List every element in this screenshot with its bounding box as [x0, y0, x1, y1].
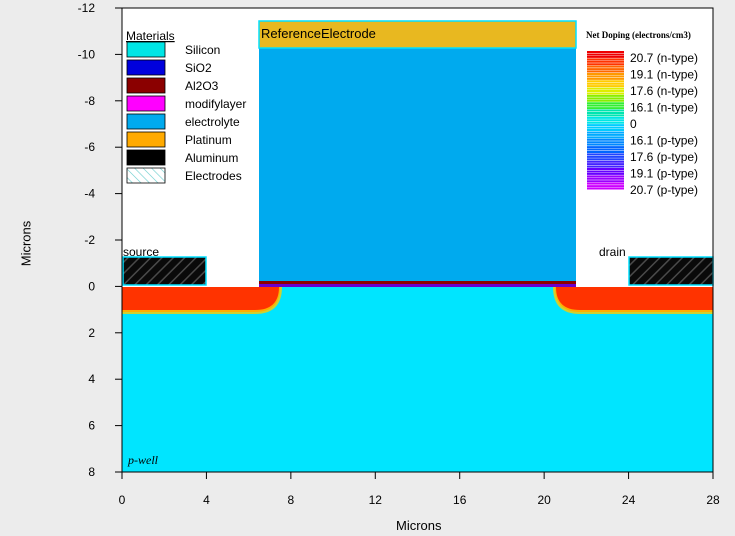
x-tick-label: 16	[453, 493, 467, 507]
materials-legend-swatch	[126, 149, 166, 166]
materials-legend-label: Platinum	[185, 133, 232, 147]
materials-legend-label: SiO2	[185, 61, 212, 75]
doping-legend-title: Net Doping (electrons/cm3)	[586, 30, 691, 40]
source-label: source	[123, 245, 159, 259]
materials-legend-label: Silicon	[185, 43, 220, 57]
x-tick-label: 8	[288, 493, 295, 507]
doping-legend-label: 16.1 (n-type)	[630, 101, 698, 115]
x-tick-label: 12	[369, 493, 383, 507]
al2o3-layer	[259, 281, 576, 284]
materials-legend-swatch	[126, 77, 166, 94]
x-axis-title: Microns	[396, 518, 442, 533]
doping-legend-label: 17.6 (p-type)	[630, 150, 698, 164]
drain-n-region	[555, 287, 713, 312]
materials-legend-swatch	[126, 113, 166, 130]
materials-legend-swatch	[126, 95, 166, 112]
drain-electrode	[628, 256, 714, 286]
reference-electrode-label: ReferenceElectrode	[261, 26, 376, 41]
y-tick-label: -12	[78, 1, 96, 15]
doping-legend-label: 20.7 (n-type)	[630, 51, 698, 65]
materials-legend-label: Aluminum	[185, 151, 238, 165]
x-tick-label: 24	[622, 493, 636, 507]
x-tick-label: 4	[203, 493, 210, 507]
y-tick-label: -10	[78, 47, 96, 61]
materials-legend-label: electrolyte	[185, 115, 240, 129]
doping-legend: Net Doping (electrons/cm3) 20.7 (n-type) 1…	[586, 30, 698, 197]
materials-legend-swatch	[126, 41, 166, 58]
doping-legend-label: 19.1 (n-type)	[630, 68, 698, 82]
x-axis: 0 4 8 12 16 20 24 28	[119, 472, 720, 507]
source-n-core	[122, 287, 280, 312]
materials-legend-title: Materials	[126, 29, 175, 43]
y-axis: -12 -10 -8 -6 -4 -2 0 2 4 6 8	[78, 1, 122, 479]
doping-legend-label: 20.7 (p-type)	[630, 183, 698, 197]
y-tick-label: -2	[84, 233, 95, 247]
y-tick-label: 6	[88, 419, 95, 433]
materials-legend-label: Al2O3	[185, 79, 219, 93]
p-well-label: p-well	[127, 453, 159, 467]
materials-legend-swatch	[126, 167, 166, 184]
doping-legend-label: 19.1 (p-type)	[630, 167, 698, 181]
device-plot: ReferenceElectrode source drain p-well 0…	[78, 1, 720, 507]
y-tick-label: 0	[88, 279, 95, 293]
materials-legend-swatch	[126, 59, 166, 76]
electrolyte-region	[259, 48, 576, 281]
y-axis-title: Microns	[18, 220, 34, 267]
source-electrode	[122, 256, 207, 286]
materials-legend-swatch	[126, 131, 166, 148]
doping-legend-label: 17.6 (n-type)	[630, 84, 698, 98]
doping-legend-label: 0	[630, 117, 637, 131]
y-tick-label: 8	[88, 465, 95, 479]
materials-legend-label: Electrodes	[185, 169, 242, 183]
y-tick-label: -4	[84, 187, 95, 201]
silicon-substrate	[122, 287, 713, 472]
doping-legend-label: 16.1 (p-type)	[630, 134, 698, 148]
y-tick-label: -6	[84, 140, 95, 154]
y-tick-label: 4	[88, 372, 95, 386]
y-tick-label: -8	[84, 94, 95, 108]
x-tick-label: 20	[537, 493, 551, 507]
sio2-layer	[259, 284, 576, 287]
drain-label: drain	[599, 245, 626, 259]
x-tick-label: 28	[706, 493, 720, 507]
x-tick-label: 0	[119, 493, 126, 507]
y-tick-label: 2	[88, 326, 95, 340]
materials-legend-label: modifylayer	[185, 97, 246, 111]
